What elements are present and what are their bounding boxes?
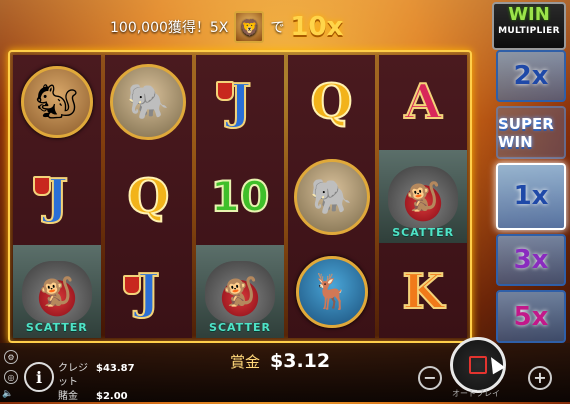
win-label: 賞金 <box>230 352 261 371</box>
decrease-bet-button[interactable]: − <box>418 366 442 390</box>
symbol-antelope: 🦌 <box>288 245 376 338</box>
reel-1: 🐿 J 🐒 SCATTER <box>13 55 101 338</box>
win-value: $3.12 <box>270 350 331 372</box>
settings-icon[interactable]: ⚙ <box>4 350 18 364</box>
banner-prefix: 100,000獲得！5X <box>110 20 229 36</box>
increase-bet-button[interactable]: + <box>528 366 552 390</box>
number-ten: 10 <box>210 171 270 222</box>
jackpot-banner: 100,000獲得！5X 🦁 で 10x <box>110 8 380 46</box>
symbol-scatter: 🐒 SCATTER <box>379 150 467 243</box>
symbol-scatter: 🐒 SCATTER <box>13 245 101 338</box>
win-multiplier-logo: WIN MULTIPLIER <box>492 2 566 50</box>
symbol-q: Q <box>105 150 193 243</box>
credit-label: クレジット <box>58 363 88 388</box>
symbol-elephant: 🐘 <box>105 55 193 148</box>
multiplier-5x: 5x <box>496 290 566 343</box>
multiplier-reel: 2x SUPER WIN 1x 3x 5x <box>496 50 566 343</box>
scatter-label: SCATTER <box>209 321 271 334</box>
baboon-icon: 🐒 <box>388 165 459 228</box>
letter-q: Q <box>126 168 170 226</box>
baboon-icon: 🐒 <box>204 260 275 323</box>
letter-a: A <box>404 73 443 131</box>
crest-icon <box>122 275 141 295</box>
multiplier-2x: 2x <box>496 50 566 103</box>
symbol-meerkat: 🐿 <box>13 55 101 148</box>
symbol-elephant: 🐘 <box>288 150 376 243</box>
symbol-a: A <box>379 55 467 148</box>
crest-icon <box>33 176 51 196</box>
antelope-icon: 🦌 <box>295 255 368 328</box>
win-display: 賞金 $3.12 <box>230 348 330 374</box>
logo-win: WIN <box>508 4 550 25</box>
symbol-10: 10 <box>196 150 284 243</box>
elephant-icon: 🐘 <box>293 158 370 235</box>
balance-panel: クレジット $43.87 賭金 $2.00 <box>58 362 135 404</box>
meerkat-icon: 🐿 <box>20 65 93 138</box>
info-button[interactable]: i <box>24 362 54 392</box>
baboon-icon: 🐒 <box>21 260 92 323</box>
banner-mid: で <box>270 20 285 36</box>
reel-5: A 🐒 SCATTER K <box>379 55 467 338</box>
reel-3: J 10 🐒 SCATTER <box>196 55 284 338</box>
letter-j: J <box>136 263 161 321</box>
reel-2: 🐘 Q J <box>104 55 193 338</box>
banner-multiplier: 10x <box>290 12 344 42</box>
multiplier-3x: 3x <box>496 234 566 287</box>
stop-icon <box>469 356 487 374</box>
logo-multiplier: MULTIPLIER <box>498 26 560 36</box>
symbol-j: J <box>13 150 101 243</box>
multiplier-1x: 1x <box>496 162 566 230</box>
elephant-icon: 🐘 <box>110 63 187 140</box>
sound-icon[interactable]: 🔈 <box>2 389 13 399</box>
credit-row: クレジット $43.87 <box>58 362 135 390</box>
symbol-k: K <box>379 245 467 338</box>
symbol-j: J <box>105 245 193 338</box>
reel-4: Q 🐘 🦌 <box>287 55 376 338</box>
reel-grid: 🐿 J 🐒 SCATTER 🐘 Q J J 10 🐒 SCATTER Q 🐘 🦌… <box>8 50 472 343</box>
help-icon[interactable]: ◎ <box>4 370 18 384</box>
symbol-scatter: 🐒 SCATTER <box>196 245 284 338</box>
letter-q: Q <box>310 73 354 131</box>
credit-value: $43.87 <box>96 363 135 374</box>
letter-k: K <box>401 263 445 321</box>
multiplier-super-win: SUPER WIN <box>496 106 566 159</box>
symbol-j: J <box>196 55 284 148</box>
scatter-label: SCATTER <box>392 226 455 239</box>
autoplay-button[interactable]: オートプレイ <box>452 388 500 399</box>
lion-icon: 🦁 <box>234 11 265 43</box>
scatter-label: SCATTER <box>25 321 88 334</box>
symbol-q: Q <box>288 55 376 148</box>
crest-icon <box>216 81 235 101</box>
